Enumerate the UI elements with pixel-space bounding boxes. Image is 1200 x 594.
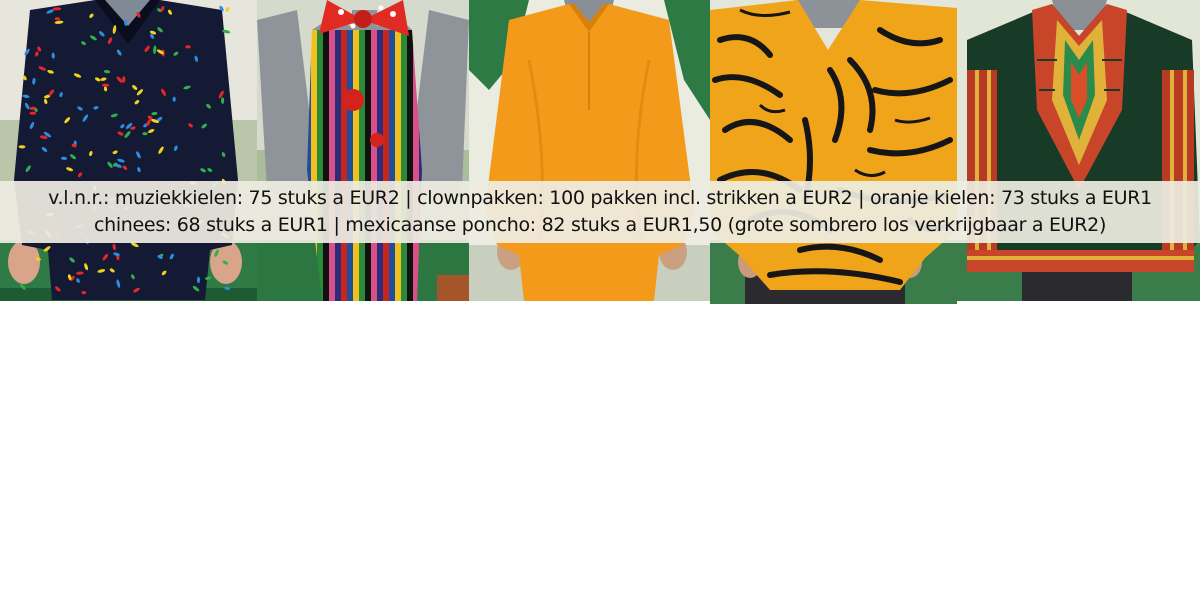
- photo-oranje-kiel: [469, 0, 710, 301]
- caption-line-1: v.l.n.r.: muziekkielen: 75 stuks a EUR2 …: [48, 187, 1152, 209]
- photo-clownpak: [257, 0, 469, 301]
- caption-line-2: chinees: 68 stuks a EUR1 | mexicaanse po…: [93, 214, 1107, 236]
- photo-mexicaanse-poncho: [957, 0, 1200, 301]
- caption-band: v.l.n.r.: muziekkielen: 75 stuks a EUR2 …: [0, 181, 1200, 243]
- photo-strip: v.l.n.r.: muziekkielen: 75 stuks a EUR2 …: [0, 0, 1200, 304]
- photo-muziekkiel: [0, 0, 257, 301]
- photo-chinees: [710, 0, 957, 304]
